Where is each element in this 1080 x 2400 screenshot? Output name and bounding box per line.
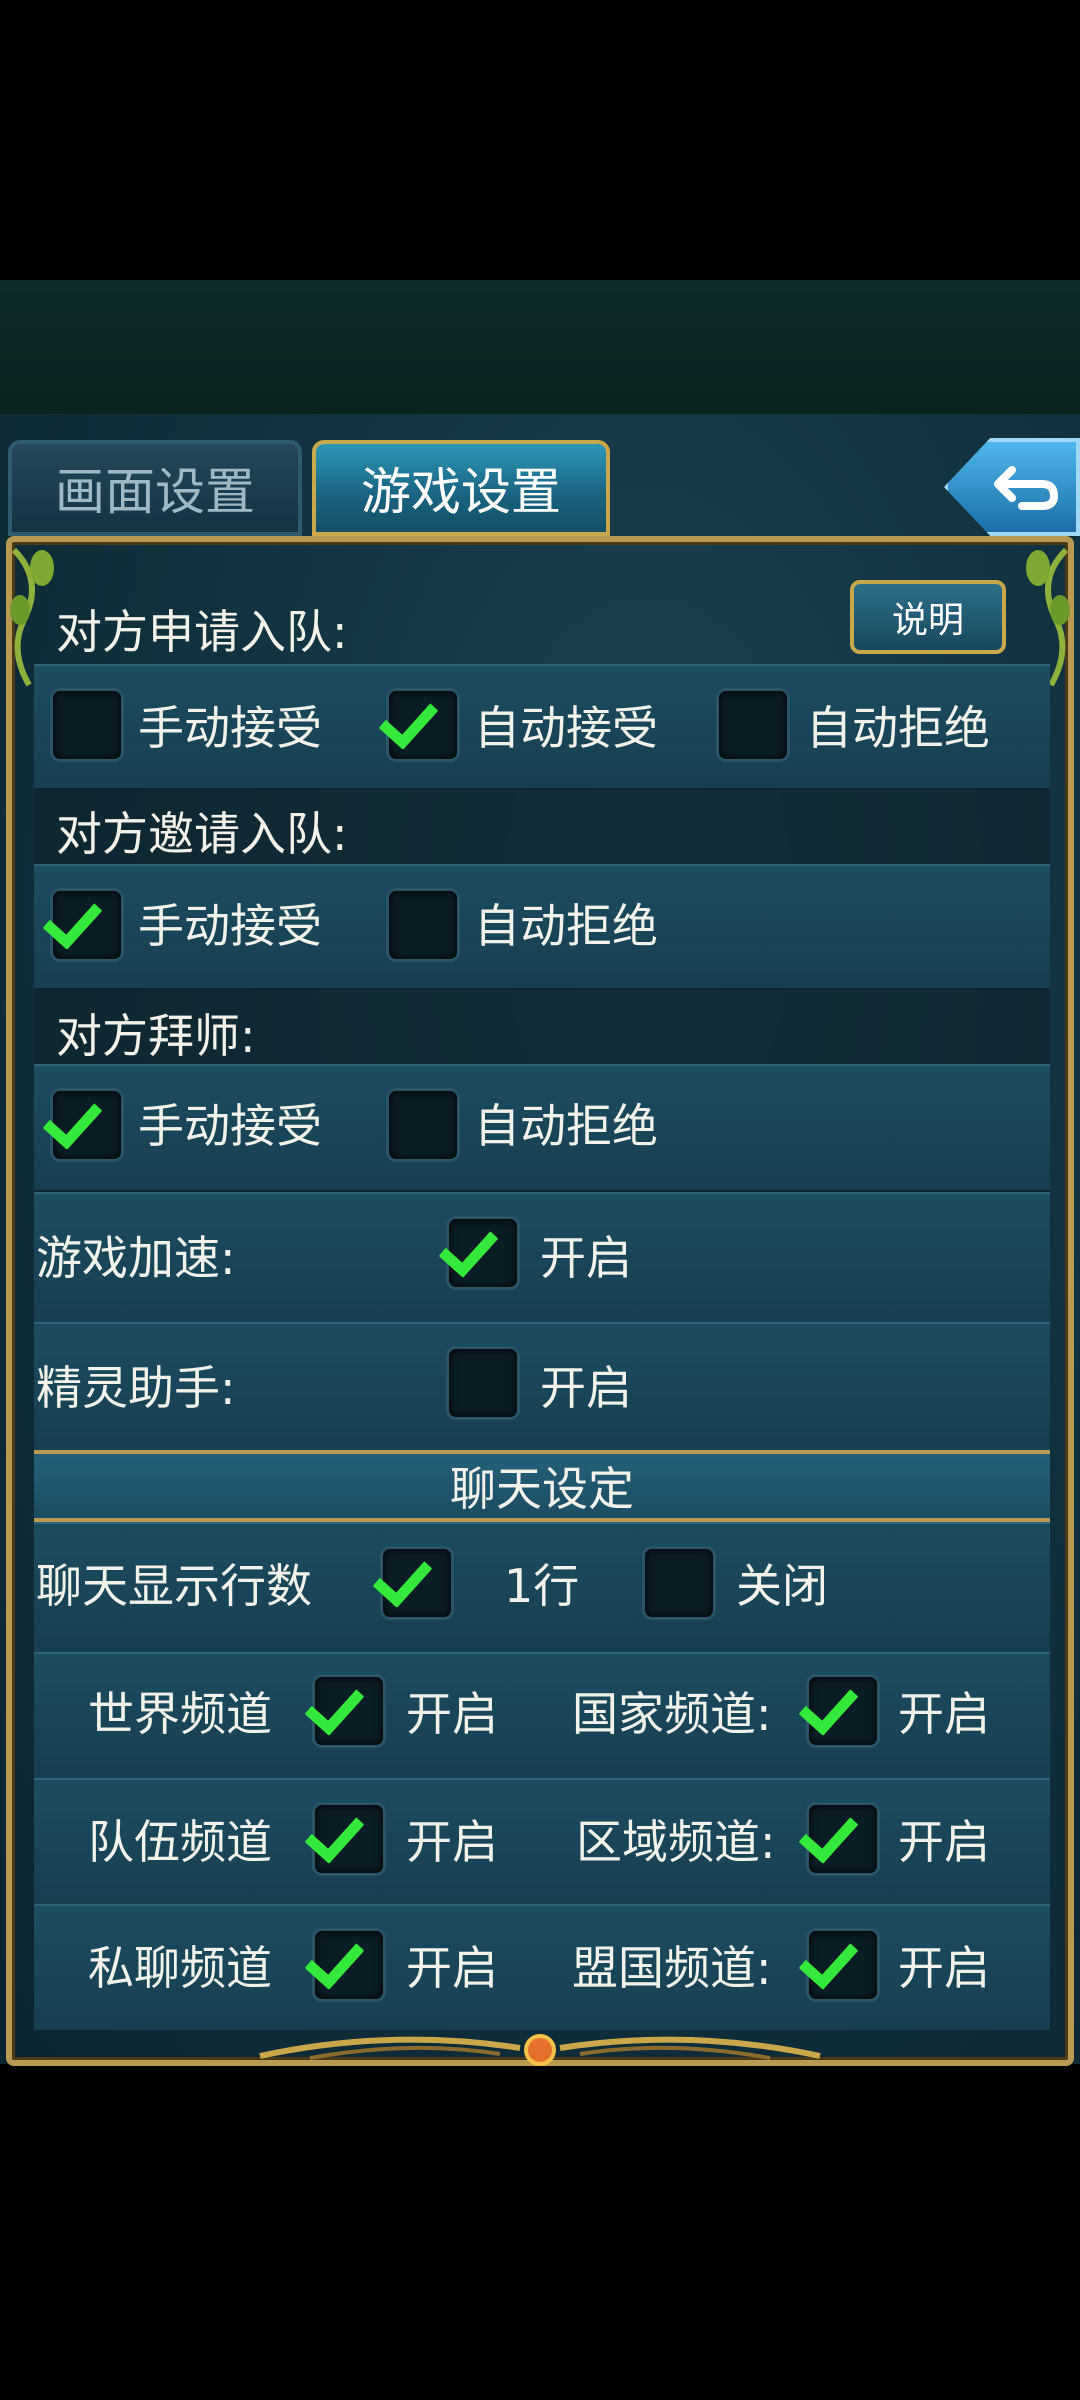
- explain-button[interactable]: 说明: [850, 580, 1006, 654]
- team-apply-auto-accept-label: 自动接受: [474, 701, 658, 755]
- world-channel-label: 世界频道: [88, 1687, 272, 1741]
- chat-lines-off-checkbox[interactable]: [642, 1546, 716, 1620]
- game-speedup-option: 开启: [540, 1231, 632, 1285]
- team-apply-manual-label: 手动接受: [138, 701, 322, 755]
- ally-channel-label: 盟国频道:: [572, 1941, 772, 1995]
- sprite-helper-label: 精灵助手:: [36, 1361, 236, 1415]
- team-apply-auto-reject-checkbox[interactable]: [716, 688, 790, 762]
- team-invite-manual-checkbox[interactable]: [50, 888, 124, 962]
- back-arrow-icon: [994, 466, 1059, 510]
- tab-display-settings[interactable]: 画面设置: [8, 440, 302, 536]
- team-invite-auto-reject-label: 自动拒绝: [474, 899, 658, 953]
- apprentice-auto-reject-label: 自动拒绝: [474, 1099, 658, 1153]
- nation-channel-label: 国家频道:: [572, 1687, 772, 1741]
- private-channel-on: 开启: [406, 1941, 498, 1995]
- team-apply-auto-accept-checkbox[interactable]: [386, 688, 460, 762]
- team-invite-manual-label: 手动接受: [138, 899, 322, 953]
- team-channel-on: 开启: [406, 1815, 498, 1869]
- private-channel-checkbox[interactable]: [312, 1928, 386, 2002]
- team-invite-title: 对方邀请入队:: [56, 807, 348, 861]
- team-channel-label: 队伍频道: [88, 1815, 272, 1869]
- region-channel-label: 区域频道:: [576, 1815, 776, 1869]
- team-invite-auto-reject-checkbox[interactable]: [386, 888, 460, 962]
- game-speedup-checkbox[interactable]: [446, 1216, 520, 1290]
- team-apply-manual-checkbox[interactable]: [50, 688, 124, 762]
- game-speedup-label: 游戏加速:: [36, 1231, 236, 1285]
- apprentice-auto-reject-checkbox[interactable]: [386, 1088, 460, 1162]
- chat-lines-off-label: 关闭: [736, 1559, 828, 1613]
- bottom-ornament-icon: [259, 2034, 821, 2066]
- sprite-helper-checkbox[interactable]: [446, 1346, 520, 1420]
- tab-game-settings[interactable]: 游戏设置: [312, 440, 610, 536]
- chat-lines-1-label: 1行: [504, 1559, 580, 1613]
- nation-channel-on: 开启: [898, 1687, 990, 1741]
- region-channel-checkbox[interactable]: [806, 1802, 880, 1876]
- top-strip: [0, 280, 1080, 414]
- team-channel-checkbox[interactable]: [312, 1802, 386, 1876]
- apprentice-manual-checkbox[interactable]: [50, 1088, 124, 1162]
- team-apply-auto-reject-label: 自动拒绝: [806, 701, 990, 755]
- world-channel-on: 开启: [406, 1687, 498, 1741]
- ally-channel-on: 开启: [898, 1941, 990, 1995]
- apprentice-title: 对方拜师:: [56, 1009, 256, 1063]
- chat-lines-1-checkbox[interactable]: [380, 1546, 454, 1620]
- ally-channel-checkbox[interactable]: [806, 1928, 880, 2002]
- nation-channel-checkbox[interactable]: [806, 1674, 880, 1748]
- world-channel-checkbox[interactable]: [312, 1674, 386, 1748]
- private-channel-label: 私聊频道: [88, 1941, 272, 1995]
- sprite-helper-option: 开启: [540, 1361, 632, 1415]
- region-channel-on: 开启: [898, 1815, 990, 1869]
- chat-lines-label: 聊天显示行数: [36, 1559, 312, 1613]
- team-apply-title: 对方申请入队:: [56, 605, 348, 659]
- apprentice-manual-label: 手动接受: [138, 1099, 322, 1153]
- chat-settings-header: 聊天设定: [34, 1450, 1050, 1522]
